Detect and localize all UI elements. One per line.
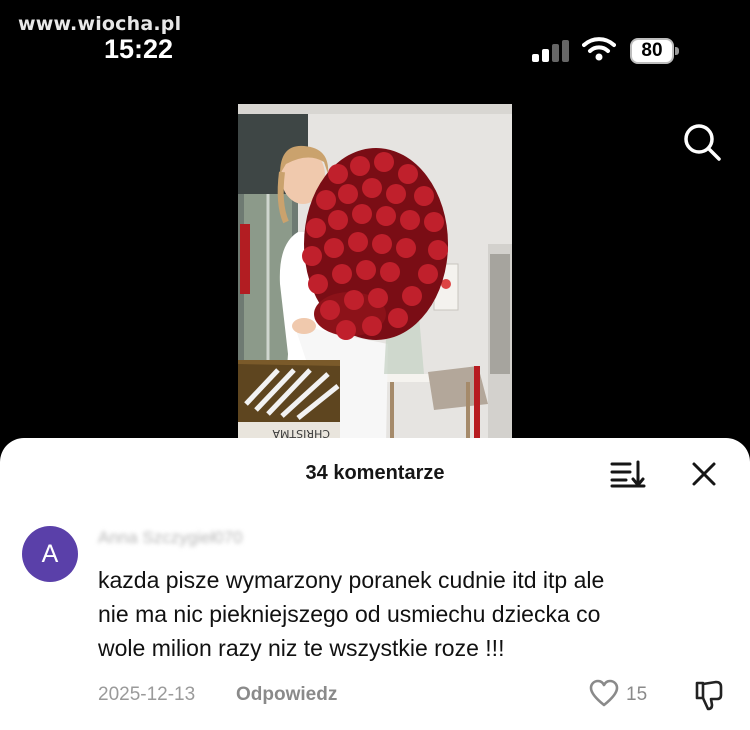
comment-line: nie ma nic piekniejszego od usmiechu dzi… <box>98 601 601 627</box>
status-time: 15:22 <box>104 34 174 64</box>
comment-username[interactable]: Anna Szczygieł070 <box>98 528 243 548</box>
like-count: 15 <box>626 684 648 705</box>
comment-date: 2025-12-13 <box>98 684 196 705</box>
comment-line: wole milion razy niz te wszystkie roze !… <box>98 635 505 661</box>
battery-level: 80 <box>630 38 674 64</box>
signal-bars-icon <box>532 40 572 62</box>
watermark: www.wiocha.pl <box>18 13 182 35</box>
avatar[interactable]: A <box>22 526 78 582</box>
reply-button[interactable]: Odpowiedz <box>236 684 337 706</box>
christmas-box: CHRISTMA <box>238 360 340 444</box>
video-frame[interactable]: CHRISTMA <box>238 104 512 444</box>
comment-text: kazda pisze wymarzony poranek cudnie itd… <box>98 563 738 665</box>
search-icon[interactable] <box>680 120 724 164</box>
thumbs-down-icon[interactable] <box>692 678 726 712</box>
comments-sheet: 34 komentarze A Anna Szczygieł070 kazda … <box>0 438 750 730</box>
wifi-icon <box>582 37 616 61</box>
close-icon[interactable] <box>690 460 718 488</box>
battery-indicator: 80 <box>630 38 679 64</box>
comment-line: kazda pisze wymarzony poranek cudnie itd… <box>98 567 605 593</box>
heart-icon[interactable] <box>588 678 620 710</box>
sort-icon[interactable] <box>610 458 646 490</box>
